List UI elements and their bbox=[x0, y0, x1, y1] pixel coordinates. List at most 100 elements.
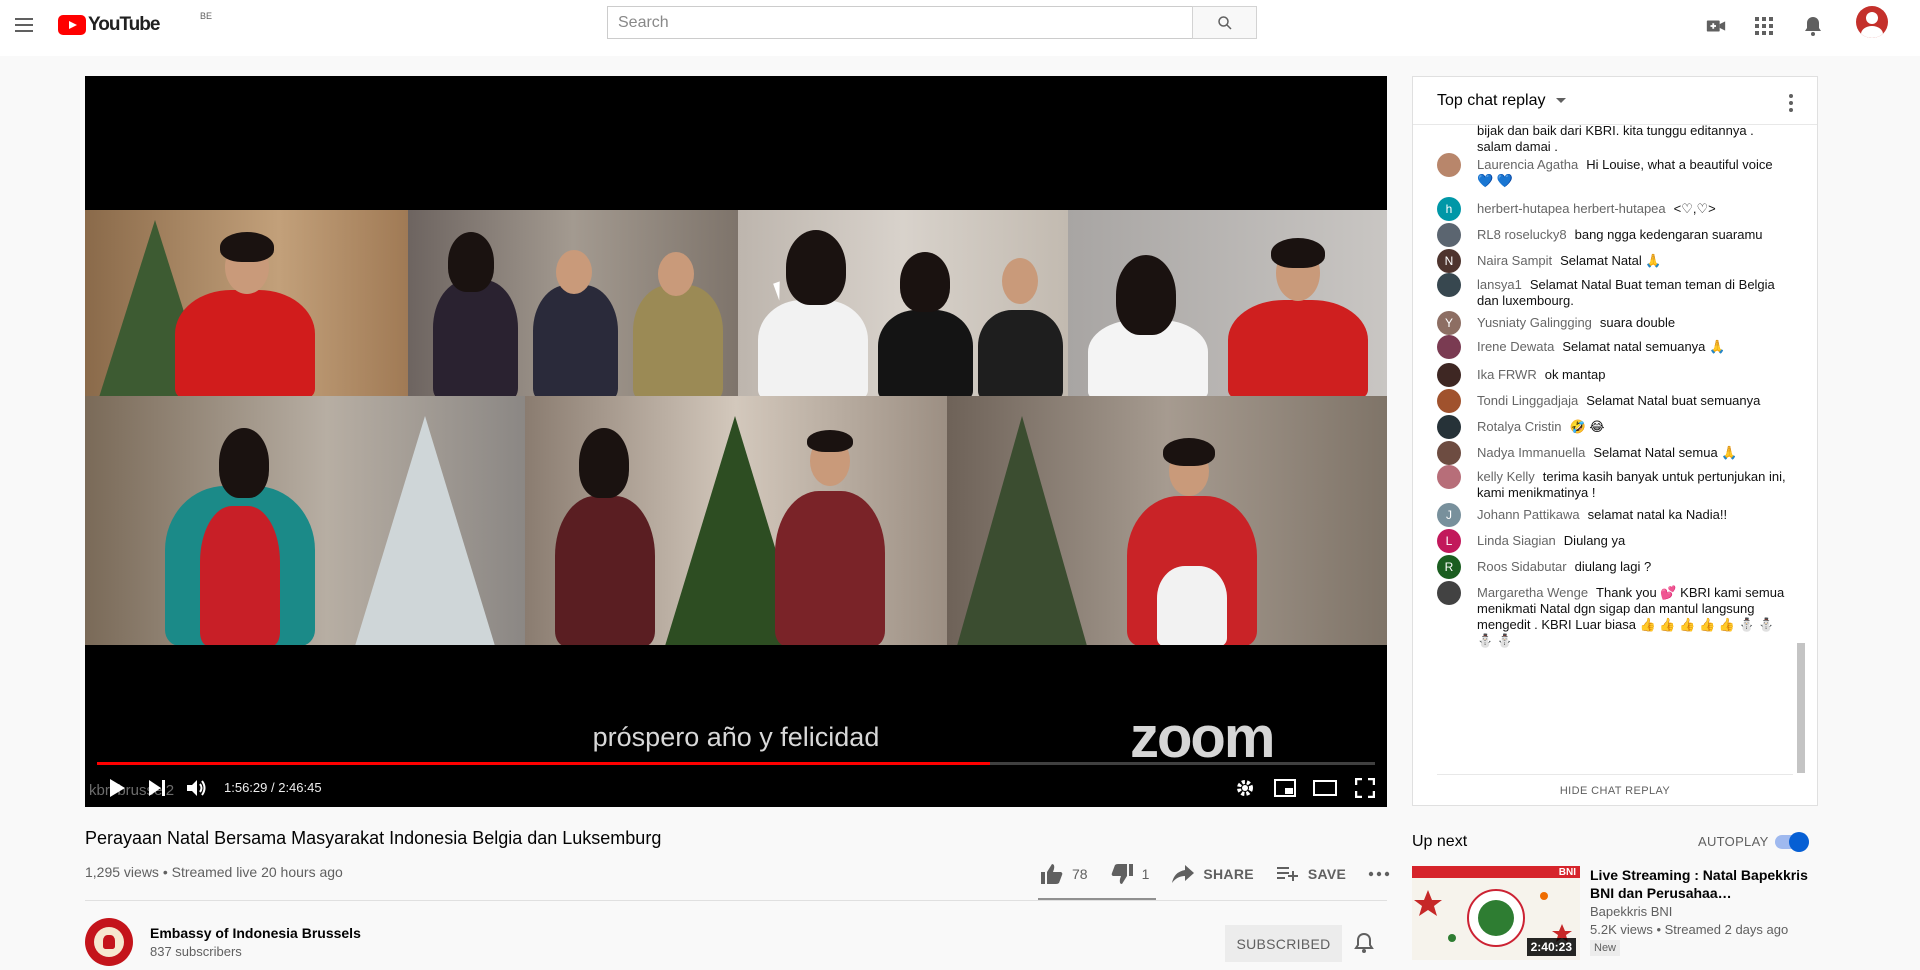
like-button[interactable]: 78 bbox=[1040, 863, 1088, 885]
volume-button[interactable] bbox=[183, 774, 211, 802]
chat-message: Margaretha Wenge Thank you 💕 KBRI kami se… bbox=[1437, 581, 1787, 649]
chat-author-avatar[interactable] bbox=[1437, 465, 1461, 489]
chat-author-name[interactable]: Tondi Linggadjaja bbox=[1477, 393, 1578, 408]
menu-icon[interactable] bbox=[12, 14, 36, 38]
chat-message-body: herbert-hutapea herbert-hutapea <♡,♡> bbox=[1477, 197, 1787, 217]
chevron-down-icon[interactable] bbox=[1555, 98, 1566, 103]
chat-message-text: Diulang ya bbox=[1563, 533, 1626, 548]
chat-message-text: Selamat Natal 🙏 bbox=[1560, 253, 1662, 268]
search-bar bbox=[607, 6, 1257, 39]
garuda-emblem-icon bbox=[94, 927, 124, 957]
miniplayer-button[interactable] bbox=[1271, 774, 1299, 802]
chat-author-name[interactable]: Rotalya Cristin bbox=[1477, 419, 1562, 434]
more-vertical-icon[interactable] bbox=[1789, 94, 1793, 115]
chat-author-name[interactable]: Margaretha Wenge bbox=[1477, 585, 1588, 600]
video-actions: 78 1 SHARE SAVE bbox=[1040, 862, 1420, 886]
chat-message: Irene Dewata Selamat natal semuanya 🙏 bbox=[1437, 335, 1787, 359]
chat-message: Rotalya Cristin 🤣 😂 bbox=[1437, 415, 1787, 439]
chat-author-name[interactable]: Johann Pattikawa bbox=[1477, 507, 1580, 522]
theater-mode-button[interactable] bbox=[1311, 774, 1339, 802]
subscribe-button[interactable]: SUBSCRIBED bbox=[1225, 925, 1342, 962]
chat-author-name[interactable]: kelly Kelly bbox=[1477, 469, 1535, 484]
notification-bell-button[interactable] bbox=[1354, 932, 1374, 959]
share-button[interactable]: SHARE bbox=[1171, 864, 1254, 884]
masthead: YouTube BE bbox=[0, 0, 1920, 56]
fullscreen-button[interactable] bbox=[1351, 774, 1379, 802]
thumbs-down-icon bbox=[1111, 864, 1133, 884]
chat-mode-selector[interactable]: Top chat replay bbox=[1437, 92, 1546, 110]
chat-author-name[interactable]: RL8 roselucky8 bbox=[1477, 227, 1567, 242]
chat-author-avatar[interactable] bbox=[1437, 441, 1461, 465]
chat-author-avatar[interactable] bbox=[1437, 581, 1461, 605]
chat-author-avatar[interactable]: R bbox=[1437, 555, 1461, 579]
search-button[interactable] bbox=[1192, 6, 1257, 39]
up-next-meta: 5.2K views • Streamed 2 days ago bbox=[1590, 922, 1789, 937]
chat-author-name[interactable]: Yusniaty Galingging bbox=[1477, 315, 1592, 330]
chat-scrollbar[interactable] bbox=[1797, 643, 1805, 773]
chat-author-name[interactable]: Ika FRWR bbox=[1477, 367, 1537, 382]
chat-message-body: Nadya Immanuella Selamat Natal semua 🙏 bbox=[1477, 441, 1787, 461]
live-chat-panel: Top chat replay bijak dan baik dari KBRI… bbox=[1412, 76, 1818, 806]
chat-message: Tondi Linggadjaja Selamat Natal buat semu… bbox=[1437, 389, 1787, 413]
chat-author-avatar[interactable] bbox=[1437, 273, 1461, 297]
save-button[interactable]: SAVE bbox=[1276, 864, 1346, 884]
next-icon bbox=[149, 780, 165, 796]
up-next-video-title[interactable]: Live Streaming : Natal Bapekkris BNI dan… bbox=[1590, 866, 1810, 902]
channel-avatar[interactable] bbox=[85, 918, 133, 966]
apps-icon[interactable] bbox=[1752, 14, 1776, 38]
youtube-play-icon bbox=[58, 15, 86, 35]
chat-message-body: Johann Pattikawa selamat natal ka Nadia!! bbox=[1477, 503, 1787, 523]
chat-message-body: Margaretha Wenge Thank you 💕 KBRI kami se… bbox=[1477, 581, 1787, 649]
video-tile-7 bbox=[947, 396, 1387, 645]
progress-bar[interactable] bbox=[97, 762, 1375, 765]
video-tile-1 bbox=[85, 210, 408, 396]
chat-author-avatar[interactable] bbox=[1437, 415, 1461, 439]
chat-message: lansya1 Selamat Natal Buat teman teman di… bbox=[1437, 273, 1787, 309]
video-title: Perayaan Natal Bersama Masyarakat Indone… bbox=[85, 828, 662, 848]
settings-button[interactable] bbox=[1231, 774, 1259, 802]
chat-author-avatar[interactable] bbox=[1437, 389, 1461, 413]
account-avatar[interactable] bbox=[1856, 6, 1888, 38]
toggle-knob bbox=[1789, 832, 1809, 852]
time-display: 1:56:29 / 2:46:45 bbox=[224, 780, 322, 795]
chat-message-text: selamat natal ka Nadia!! bbox=[1587, 507, 1728, 522]
more-actions-button[interactable] bbox=[1368, 871, 1398, 877]
volume-icon bbox=[187, 780, 206, 796]
play-button[interactable] bbox=[103, 774, 131, 802]
chat-author-name[interactable]: Linda Siagian bbox=[1477, 533, 1556, 548]
up-next-channel[interactable]: Bapekkris BNI bbox=[1590, 904, 1672, 919]
chat-author-name[interactable]: Naira Sampit bbox=[1477, 253, 1552, 268]
youtube-logo[interactable]: YouTube BE bbox=[58, 11, 212, 37]
chat-author-name[interactable]: herbert-hutapea herbert-hutapea bbox=[1477, 201, 1666, 216]
channel-name[interactable]: Embassy of Indonesia Brussels bbox=[150, 925, 361, 941]
video-thumbnail[interactable]: BNI 2:40:23 bbox=[1412, 866, 1580, 960]
chat-author-name[interactable]: Roos Sidabutar bbox=[1477, 559, 1567, 574]
chat-message-text: <♡,♡> bbox=[1673, 201, 1716, 216]
video-player[interactable]: próspero año y felicidad zoom kbri bruss… bbox=[85, 76, 1387, 807]
chat-author-name[interactable]: Nadya Immanuella bbox=[1477, 445, 1585, 460]
chat-author-avatar[interactable]: J bbox=[1437, 503, 1461, 527]
next-button[interactable] bbox=[143, 774, 171, 802]
chat-message-text: diulang lagi ? bbox=[1574, 559, 1652, 574]
search-input[interactable] bbox=[607, 6, 1192, 39]
chat-author-name[interactable]: Irene Dewata bbox=[1477, 339, 1554, 354]
hide-chat-replay-button[interactable]: HIDE CHAT REPLAY bbox=[1437, 774, 1793, 806]
share-icon bbox=[1172, 865, 1195, 883]
chat-message-body: Irene Dewata Selamat natal semuanya 🙏 bbox=[1477, 335, 1787, 355]
chat-author-name[interactable]: Laurencia Agatha bbox=[1477, 157, 1578, 172]
chat-author-avatar[interactable]: Y bbox=[1437, 311, 1461, 335]
chat-author-avatar[interactable]: L bbox=[1437, 529, 1461, 553]
chat-author-avatar[interactable]: h bbox=[1437, 197, 1461, 221]
dislike-button[interactable]: 1 bbox=[1110, 863, 1149, 885]
autoplay-toggle[interactable] bbox=[1775, 832, 1809, 852]
chat-author-avatar[interactable] bbox=[1437, 223, 1461, 247]
chat-author-avatar[interactable] bbox=[1437, 335, 1461, 359]
new-badge: New bbox=[1590, 940, 1621, 956]
chat-author-avatar[interactable] bbox=[1437, 153, 1461, 177]
chat-author-name[interactable]: lansya1 bbox=[1477, 277, 1522, 292]
create-video-icon[interactable] bbox=[1704, 14, 1728, 38]
chat-author-avatar[interactable] bbox=[1437, 363, 1461, 387]
notifications-icon[interactable] bbox=[1801, 14, 1825, 38]
chat-author-avatar[interactable]: N bbox=[1437, 249, 1461, 273]
chat-message-text: Selamat natal semuanya 🙏 bbox=[1562, 339, 1726, 354]
